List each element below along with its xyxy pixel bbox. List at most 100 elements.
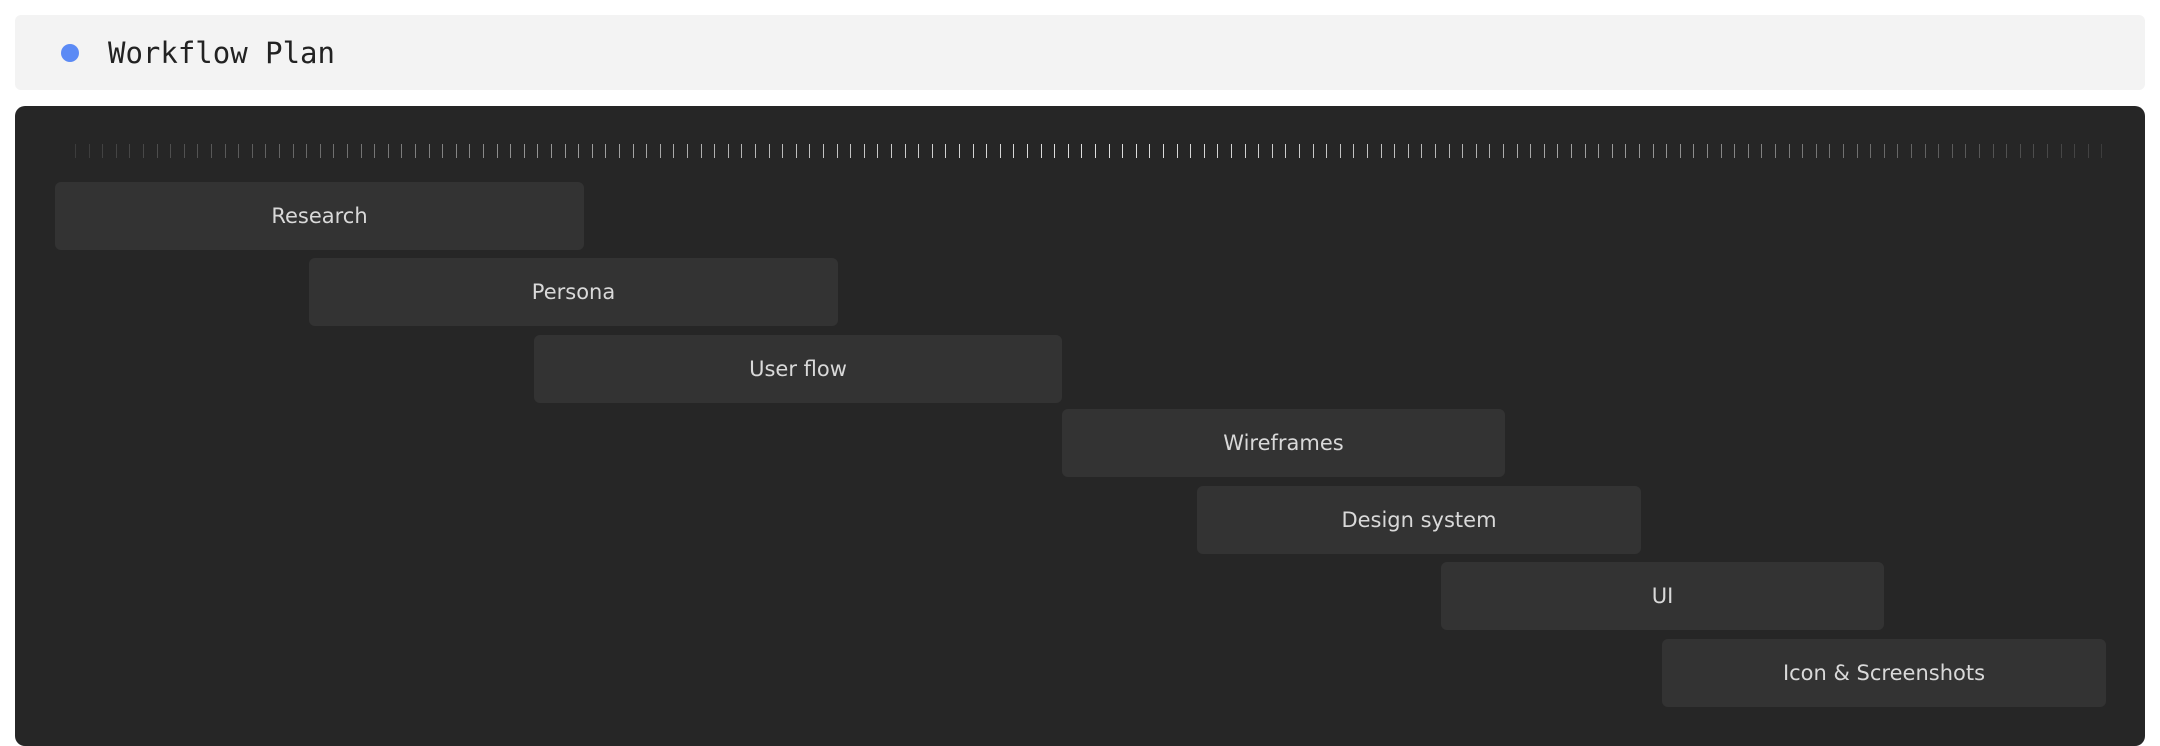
ruler-tick <box>170 144 172 158</box>
ruler-tick <box>632 144 634 158</box>
ruler-tick <box>75 144 76 158</box>
ruler-tick <box>1339 144 1341 158</box>
ruler-tick <box>387 144 389 158</box>
ruler-tick <box>496 144 498 158</box>
ruler-tick <box>1666 144 1668 158</box>
ruler-tick <box>687 144 688 158</box>
ruler-tick <box>1244 144 1246 158</box>
ruler-tick <box>1367 144 1368 158</box>
ruler-tick <box>1285 144 1287 158</box>
ruler-tick <box>1761 144 1763 158</box>
ruler-tick <box>292 144 294 158</box>
ruler-tick <box>211 144 212 158</box>
ruler-tick <box>1639 144 1640 158</box>
ruler-tick <box>1326 144 1328 158</box>
task-bar-research[interactable]: Research <box>55 182 584 250</box>
task-bar-user-flow[interactable]: User flow <box>534 335 1062 403</box>
task-bar-ui[interactable]: UI <box>1441 562 1884 630</box>
ruler-tick <box>251 144 253 158</box>
ruler-tick <box>551 144 552 158</box>
ruler-tick <box>1421 144 1423 158</box>
ruler-tick <box>428 144 430 158</box>
ruler-tick <box>510 144 512 158</box>
ruler-tick <box>972 144 974 158</box>
task-label: Icon & Screenshots <box>1782 661 1986 685</box>
ruler-tick <box>279 144 280 158</box>
ruler-tick <box>904 144 906 158</box>
ruler-tick <box>1407 144 1409 158</box>
ruler-tick <box>850 144 852 158</box>
ruler-tick <box>1149 144 1151 158</box>
ruler-tick <box>1435 144 1436 158</box>
ruler-tick <box>1530 144 1532 158</box>
ruler-tick <box>1870 144 1872 158</box>
task-label: Wireframes <box>1223 431 1344 455</box>
ruler-tick <box>1883 144 1885 158</box>
ruler-tick <box>986 144 988 158</box>
task-bar-wireframes[interactable]: Wireframes <box>1062 409 1505 477</box>
ruler-tick <box>2019 144 2021 158</box>
ruler-tick <box>1081 144 1083 158</box>
ruler-tick <box>619 144 620 158</box>
ruler-tick <box>1843 144 1844 158</box>
ruler-tick <box>578 144 580 158</box>
ruler-tick <box>1911 144 1912 158</box>
ruler-tick <box>1611 144 1613 158</box>
ruler-tick <box>1571 144 1572 158</box>
ruler-tick <box>1598 144 1600 158</box>
ruler-tick <box>836 144 838 158</box>
ruler-tick <box>945 144 947 158</box>
ruler-tick <box>197 144 199 158</box>
header-bar: Workflow Plan <box>15 15 2145 90</box>
task-label: UI <box>1651 584 1674 608</box>
ruler-tick <box>605 144 607 158</box>
ruler-tick <box>183 144 185 158</box>
ruler-tick <box>442 144 444 158</box>
ruler-tick <box>1462 144 1464 158</box>
task-bar-design-system[interactable]: Design system <box>1197 486 1641 554</box>
ruler-tick <box>1951 144 1953 158</box>
ruler-tick <box>2060 144 2062 158</box>
ruler-tick <box>1584 144 1586 158</box>
ruler-tick <box>768 144 770 158</box>
ruler-tick <box>1679 144 1681 158</box>
task-bar-persona[interactable]: Persona <box>309 258 838 326</box>
ruler-tick <box>1190 144 1192 158</box>
ruler-tick <box>1353 144 1355 158</box>
ruler-tick <box>1707 144 1708 158</box>
task-label: Research <box>271 204 368 228</box>
ruler-tick <box>1734 144 1736 158</box>
ruler-tick <box>1312 144 1314 158</box>
ruler-tick <box>1163 144 1164 158</box>
ruler-tick <box>1503 144 1504 158</box>
ruler-tick <box>347 144 348 158</box>
ruler-tick <box>523 144 525 158</box>
ruler-tick <box>2101 144 2103 158</box>
task-label: Design system <box>1341 508 1497 532</box>
ruler-tick <box>1965 144 1967 158</box>
ruler-tick <box>1013 144 1015 158</box>
ruler-tick <box>1938 144 1940 158</box>
task-bar-icon-screenshots[interactable]: Icon & Screenshots <box>1662 639 2106 707</box>
ruler-tick <box>1693 144 1695 158</box>
ruler-tick <box>782 144 784 158</box>
ruler-tick <box>306 144 308 158</box>
ruler-tick <box>863 144 865 158</box>
ruler-tick <box>1135 144 1137 158</box>
ruler-tick <box>129 144 131 158</box>
ruler-tick <box>1652 144 1654 158</box>
ruler-tick <box>1747 144 1749 158</box>
ruler-tick <box>564 144 566 158</box>
ruler-tick <box>1489 144 1491 158</box>
ruler-tick <box>1027 144 1028 158</box>
ruler-tick <box>483 144 484 158</box>
ruler-tick <box>1625 144 1627 158</box>
ruler-tick <box>918 144 920 158</box>
ruler-tick <box>999 144 1001 158</box>
ruler-tick <box>1217 144 1219 158</box>
ruler-tick <box>1979 144 1980 158</box>
ruler-tick <box>1720 144 1722 158</box>
ruler-tick <box>1231 144 1232 158</box>
ruler-tick <box>2087 144 2089 158</box>
ruler-tick <box>2006 144 2008 158</box>
